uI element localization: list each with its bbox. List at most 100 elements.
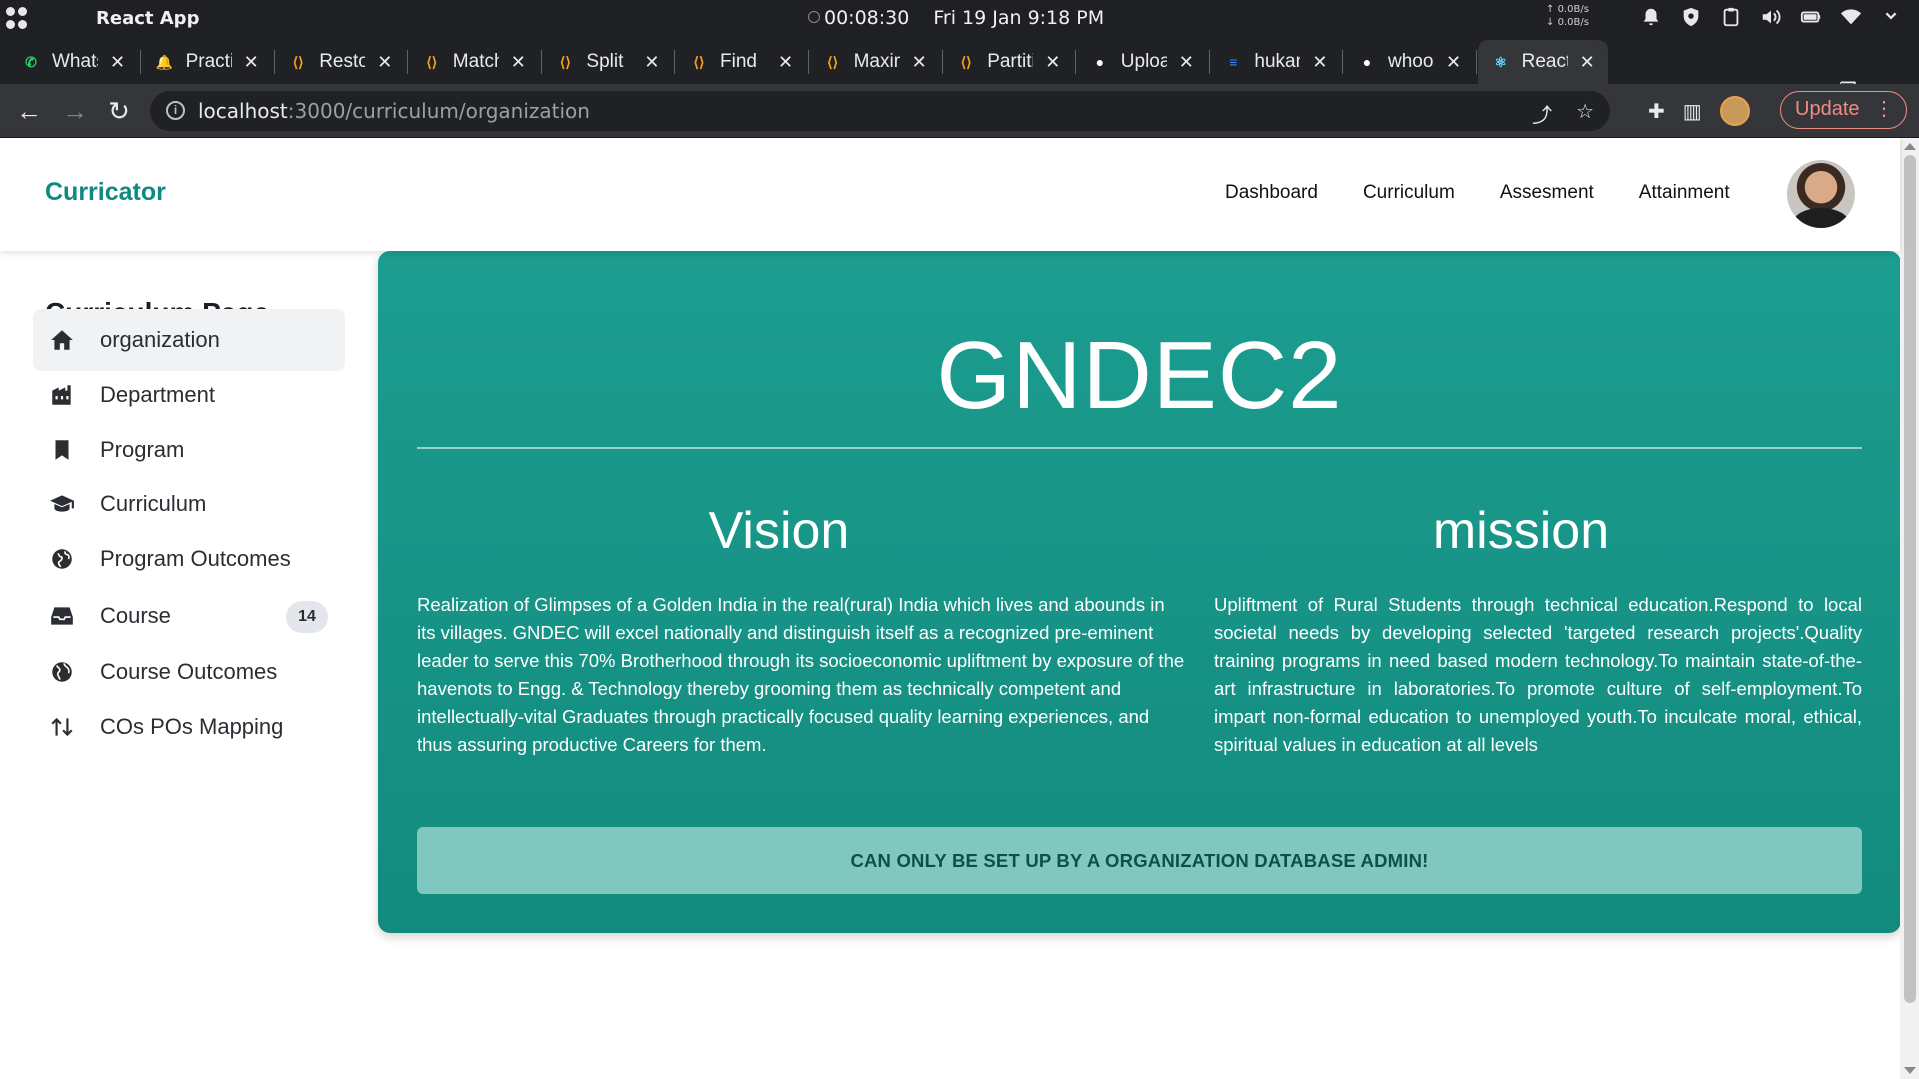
admin-notice-button[interactable]: CAN ONLY BE SET UP BY A ORGANIZATION DAT… — [417, 827, 1862, 894]
wifi-icon[interactable] — [1838, 6, 1864, 28]
close-tab-icon[interactable]: ✕ — [1179, 52, 1194, 73]
globe-icon — [47, 657, 77, 687]
browser-tab[interactable]: ⟨⟩ Find ✕ — [676, 40, 806, 84]
shield-icon[interactable] — [1678, 6, 1704, 28]
power-icon[interactable] — [1878, 6, 1904, 28]
user-avatar[interactable] — [1787, 160, 1855, 228]
sidebar-item-course[interactable]: Course 14 — [33, 585, 345, 647]
browser-tab[interactable]: ⟨⟩ Partition ✕ — [943, 40, 1073, 84]
nav-curriculum[interactable]: Curriculum — [1363, 182, 1455, 204]
toolbar-right: ✚ ▥ — [1648, 96, 1750, 126]
browser-toolbar: ← → ↻ i localhost:3000/curriculum/organi… — [0, 84, 1919, 138]
scroll-up-icon[interactable] — [1904, 143, 1916, 150]
tab-title: Match — [452, 51, 499, 72]
close-tab-icon[interactable]: ✕ — [511, 52, 526, 73]
forward-icon[interactable]: → — [60, 96, 90, 126]
sidebar-item-label: organization — [100, 327, 220, 352]
brand-logo-text[interactable]: Curricator — [45, 178, 166, 207]
sidebar-item-organization[interactable]: organization — [33, 309, 345, 371]
browser-tab[interactable]: ⟨⟩ Split ✕ — [542, 40, 672, 84]
tab-title: hukam — [1254, 51, 1300, 72]
close-tab-icon[interactable]: ✕ — [110, 52, 125, 73]
bookmark-icon — [47, 435, 77, 465]
back-icon[interactable]: ← — [14, 96, 44, 126]
side-panel-icon[interactable]: ▥ — [1683, 99, 1702, 124]
address-bar[interactable]: i localhost:3000/curriculum/organization… — [150, 91, 1610, 131]
browser-tab[interactable]: ⟨⟩ Maximum ✕ — [810, 40, 940, 84]
tab-separator — [1476, 50, 1477, 74]
github-icon: ● — [1362, 54, 1372, 70]
net-up: 0.0B/s — [1557, 4, 1589, 15]
browser-tab[interactable]: ⟨⟩ Match ✕ — [409, 40, 539, 84]
tab-title: Split — [586, 51, 624, 72]
site-info-icon[interactable]: i — [166, 101, 185, 120]
bookmark-star-icon[interactable]: ☆ — [1576, 99, 1594, 128]
building-icon — [47, 380, 77, 410]
docs-icon: ≡ — [1229, 54, 1238, 70]
battery-icon[interactable] — [1798, 6, 1824, 28]
clipboard-icon[interactable] — [1718, 6, 1744, 28]
inbox-icon — [47, 601, 77, 631]
sidebar-item-program-outcomes[interactable]: Program Outcomes — [33, 528, 345, 590]
sidebar-item-cos-pos-mapping[interactable]: COs POs Mapping — [33, 696, 345, 758]
sidebar-item-label: Course — [100, 603, 171, 628]
browser-tab[interactable]: ⟨⟩ Restore ✕ — [275, 40, 405, 84]
browser-tab[interactable]: 🔔 Practice ✕ — [142, 40, 272, 84]
code-icon: ⟨⟩ — [426, 53, 438, 70]
close-tab-icon[interactable]: ✕ — [377, 52, 392, 73]
reload-icon[interactable]: ↻ — [104, 96, 134, 126]
notification-bell-icon[interactable] — [1638, 6, 1664, 28]
share-icon[interactable]: ⤴ — [1532, 99, 1552, 128]
browser-profile-avatar[interactable] — [1719, 96, 1750, 126]
nav-dashboard[interactable]: Dashboard — [1225, 182, 1318, 204]
net-down: 0.0B/s — [1557, 17, 1589, 28]
update-button[interactable]: Update ⋮ — [1780, 91, 1907, 129]
app-header: Curricator Dashboard Curriculum Assesmen… — [0, 138, 1900, 251]
sidebar-item-curriculum[interactable]: Curriculum — [33, 473, 345, 535]
datetime: Fri 19 Jan 9:18 PM — [933, 7, 1105, 29]
close-tab-icon[interactable]: ✕ — [1446, 52, 1461, 73]
tab-title: Practice — [185, 51, 232, 72]
page-scrollbar[interactable] — [1900, 138, 1919, 1079]
nav-assesment[interactable]: Assesment — [1500, 182, 1594, 204]
browser-tab[interactable]: ● whoo ✕ — [1344, 40, 1474, 84]
active-app-name: React App — [96, 8, 200, 29]
close-tab-icon[interactable]: ✕ — [1580, 52, 1595, 73]
react-icon: ⚛ — [1494, 53, 1507, 70]
update-label: Update — [1795, 98, 1860, 120]
nav-attainment[interactable]: Attainment — [1639, 182, 1730, 204]
close-tab-icon[interactable]: ✕ — [244, 52, 259, 73]
browser-tab[interactable]: ≡ hukam ✕ — [1210, 40, 1340, 84]
close-tab-icon[interactable]: ✕ — [644, 52, 659, 73]
title-divider — [417, 447, 1862, 449]
tab-title: Maximum — [853, 51, 900, 72]
graduation-cap-icon — [47, 489, 77, 519]
sidebar-item-label: Curriculum — [100, 491, 207, 516]
browser-tab[interactable]: ● Upload ✕ — [1077, 40, 1207, 84]
close-tab-icon[interactable]: ✕ — [1045, 52, 1060, 73]
sidebar-item-department[interactable]: Department — [33, 364, 345, 426]
volume-icon[interactable] — [1758, 6, 1784, 28]
network-speed: ↑ 0.0B/s ↓ 0.0B/s — [1546, 4, 1589, 28]
extensions-icon[interactable]: ✚ — [1648, 99, 1665, 124]
screen-timer: 00:08:30 — [824, 7, 910, 29]
tab-title: React App — [1521, 51, 1568, 72]
close-tab-icon[interactable]: ✕ — [778, 52, 793, 73]
os-clock[interactable]: 00:08:30 Fri 19 Jan 9:18 PM — [808, 7, 1104, 29]
sidebar-item-course-outcomes[interactable]: Course Outcomes — [33, 641, 345, 703]
vision-text: Realization of Glimpses of a Golden Indi… — [417, 594, 1185, 755]
sidebar-item-label: COs POs Mapping — [100, 714, 284, 739]
scroll-down-icon[interactable] — [1904, 1067, 1916, 1074]
close-tab-icon[interactable]: ✕ — [1312, 52, 1327, 73]
code-icon: ⟨⟩ — [559, 53, 571, 70]
app-grid-icon[interactable] — [6, 7, 28, 29]
close-tab-icon[interactable]: ✕ — [912, 52, 927, 73]
more-menu-icon[interactable]: ⋮ — [1874, 92, 1894, 127]
sidebar-item-program[interactable]: Program — [33, 419, 345, 481]
whatsapp-icon: ✆ — [25, 53, 37, 70]
tab-title: Find — [720, 51, 757, 72]
scrollbar-thumb[interactable] — [1904, 155, 1916, 1003]
browser-tab[interactable]: ⚛ React App ✕ — [1477, 40, 1608, 84]
url-text[interactable]: localhost:3000/curriculum/organization — [198, 99, 590, 123]
browser-tab[interactable]: ✆ WhatsApp ✕ — [8, 40, 138, 84]
